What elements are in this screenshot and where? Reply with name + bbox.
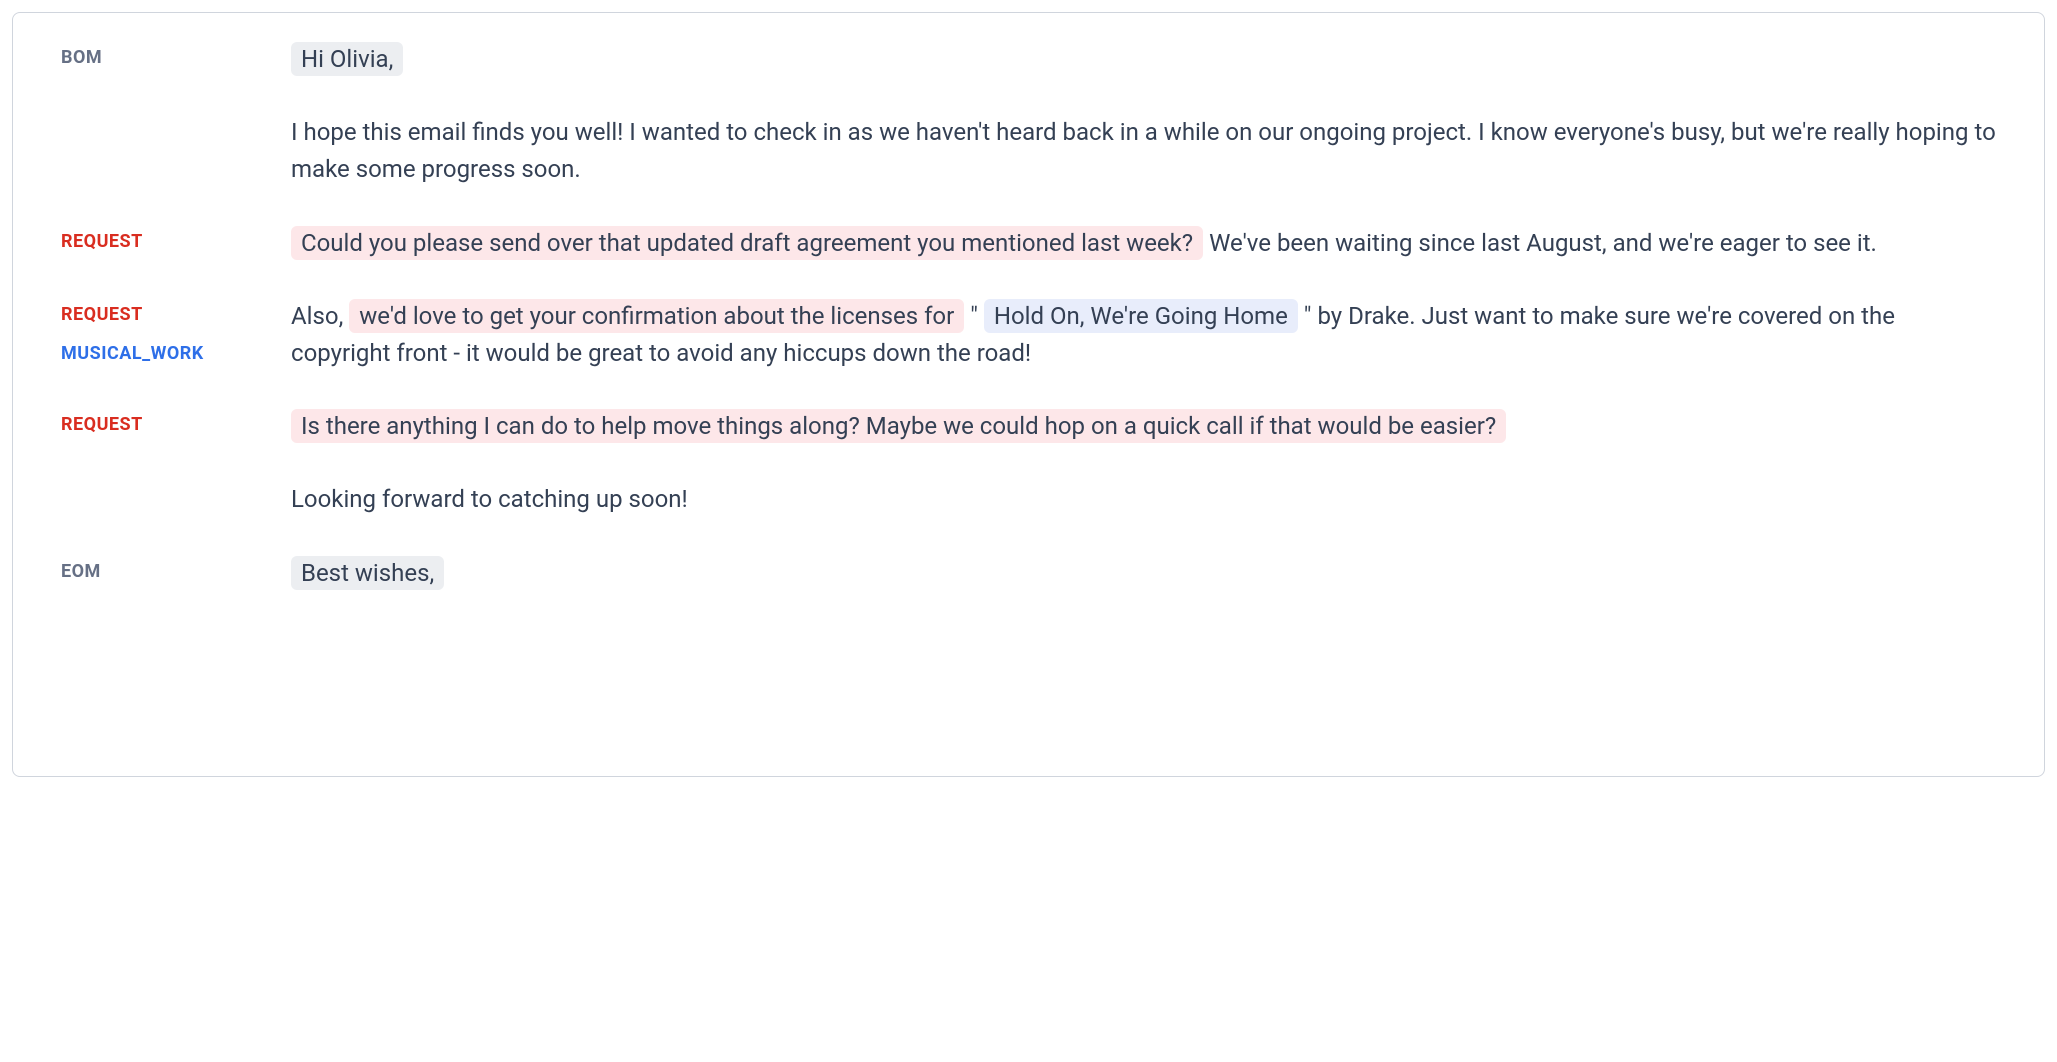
annotated-email-frame: BOM Hi Olivia, I hope this email finds y… [12, 12, 2045, 777]
row-request-2: REQUEST MUSICAL_WORK Also, we'd love to … [61, 298, 1996, 372]
row-outro: Looking forward to catching up soon! [61, 481, 1996, 518]
highlight-eom: Best wishes, [291, 556, 444, 590]
row-request-1: REQUEST Could you please send over that … [61, 225, 1996, 262]
content-closing: Best wishes, [291, 555, 1996, 592]
highlight-request-3: Is there anything I can do to help move … [291, 409, 1506, 443]
text-outro: Looking forward to catching up soon! [291, 485, 688, 513]
text-request-1-after: We've been waiting since last August, an… [1203, 229, 1877, 257]
highlight-musical-work: Hold On, We're Going Home [984, 299, 1298, 333]
label-eom: EOM [61, 561, 291, 582]
content-request-1: Could you please send over that updated … [291, 225, 1996, 262]
label-bom: BOM [61, 47, 291, 68]
highlight-bom: Hi Olivia, [291, 42, 403, 76]
labels-col: BOM [61, 41, 291, 68]
text-quote-open: " [964, 302, 984, 330]
label-request: REQUEST [61, 231, 291, 252]
row-intro: I hope this email finds you well! I want… [61, 114, 1996, 188]
row-request-3: REQUEST Is there anything I can do to he… [61, 408, 1996, 445]
text-quote-close: " [1298, 302, 1318, 330]
labels-col [61, 114, 291, 120]
labels-col: REQUEST [61, 408, 291, 435]
content-request-2: Also, we'd love to get your confirmation… [291, 298, 1996, 372]
text-intro: I hope this email finds you well! I want… [291, 118, 1996, 183]
content-request-3: Is there anything I can do to help move … [291, 408, 1996, 445]
text-request-2-before: Also, [291, 302, 349, 330]
content-intro: I hope this email finds you well! I want… [291, 114, 1996, 188]
label-request: REQUEST [61, 304, 291, 325]
labels-col: EOM [61, 555, 291, 582]
row-eom: EOM Best wishes, [61, 555, 1996, 592]
content-outro: Looking forward to catching up soon! [291, 481, 1996, 518]
labels-col: REQUEST [61, 225, 291, 252]
highlight-request-2: we'd love to get your confirmation about… [349, 299, 964, 333]
label-request: REQUEST [61, 414, 291, 435]
labels-col: REQUEST MUSICAL_WORK [61, 298, 291, 364]
labels-col [61, 481, 291, 487]
row-bom: BOM Hi Olivia, [61, 41, 1996, 78]
content-greeting: Hi Olivia, [291, 41, 1996, 78]
highlight-request-1: Could you please send over that updated … [291, 226, 1203, 260]
label-musical-work: MUSICAL_WORK [61, 343, 291, 364]
